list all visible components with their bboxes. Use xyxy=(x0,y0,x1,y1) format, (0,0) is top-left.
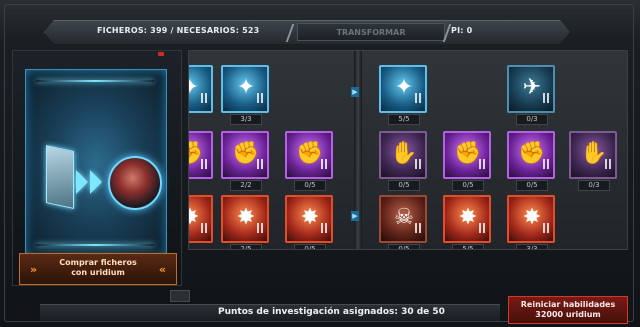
skill-icon: ✋ xyxy=(379,131,427,179)
status-led xyxy=(158,52,164,56)
card-glow xyxy=(36,80,154,82)
pause-icon xyxy=(201,159,207,169)
skill-icon: ✊ xyxy=(507,131,555,179)
skill-tree: ▶ ▶ ✦✦3/3✦5/5✈0/3✊✊2/2✊0/5✋0/5✊0/5✊0/5✋0… xyxy=(188,50,628,250)
pause-icon xyxy=(543,159,549,169)
skill-level: 2/2 xyxy=(230,180,262,191)
skill-icon: ✦ xyxy=(189,65,213,113)
skill-slot-b2[interactable]: ✊ 2/2 xyxy=(221,131,269,191)
skill-slot-b1[interactable]: ✊ xyxy=(189,131,213,179)
skill-icon: ☠ xyxy=(379,195,427,243)
nav-arrow-icon[interactable]: ▶ xyxy=(351,211,359,221)
reset-cost: 32000 uridium xyxy=(535,310,601,319)
pause-icon xyxy=(321,159,327,169)
skill-level: 5/5 xyxy=(452,244,484,249)
scroll-handle[interactable] xyxy=(170,290,190,302)
skill-icon: ✸ xyxy=(189,195,213,243)
skill-slot-b4[interactable]: ✋ 0/5 xyxy=(379,131,427,191)
pause-icon xyxy=(479,159,485,169)
skill-level: 3/3 xyxy=(516,244,548,249)
skill-slot-a4[interactable]: ✈ 0/3 xyxy=(507,65,555,125)
top-bar: FICHEROS: 399 / NECESARIOS: 523 TRANSFOR… xyxy=(44,20,570,44)
separator xyxy=(285,24,295,42)
skill-icon: ✸ xyxy=(507,195,555,243)
skill-icon: ✦ xyxy=(379,65,427,113)
skill-slot-c3[interactable]: ✸ 0/5 xyxy=(285,195,333,249)
pause-icon xyxy=(415,223,421,233)
transform-button[interactable]: TRANSFORMAR xyxy=(297,23,445,41)
pause-icon xyxy=(479,223,485,233)
skill-level: 0/5 xyxy=(388,180,420,191)
double-arrow-right-icon: » xyxy=(30,263,38,276)
buy-files-label: Comprar ficheros con uridium xyxy=(59,258,137,277)
buy-files-button[interactable]: » Comprar ficheros con uridium « xyxy=(19,253,177,285)
data-file-icon xyxy=(46,145,74,209)
pause-icon xyxy=(257,223,263,233)
skill-level: 3/3 xyxy=(230,114,262,125)
skill-slot-b6[interactable]: ✊ 0/5 xyxy=(507,131,555,191)
reset-label: Reiniciar habilidades xyxy=(520,300,616,309)
skill-slot-c5[interactable]: ✸ 5/5 xyxy=(443,195,491,249)
skill-icon: ✊ xyxy=(285,131,333,179)
pause-icon xyxy=(543,93,549,103)
skill-level: 0/5 xyxy=(294,180,326,191)
skill-icon: ✊ xyxy=(443,131,491,179)
skill-slot-a1[interactable]: ✦ xyxy=(189,65,213,113)
pause-icon xyxy=(257,93,263,103)
skill-icon: ✸ xyxy=(285,195,333,243)
skill-slot-c4[interactable]: ☠ 0/5 xyxy=(379,195,427,249)
skill-level: 5/5 xyxy=(388,114,420,125)
pause-icon xyxy=(543,223,549,233)
pause-icon xyxy=(605,159,611,169)
skill-icon: ✸ xyxy=(443,195,491,243)
skill-slot-b7[interactable]: ✋ 0/3 xyxy=(569,131,617,191)
skill-level: 0/5 xyxy=(294,244,326,249)
nav-arrow-icon[interactable]: ▶ xyxy=(351,87,359,97)
skill-icon: ✊ xyxy=(221,131,269,179)
pi-counter: PI: 0 xyxy=(451,26,473,35)
skill-slot-a3[interactable]: ✦ 5/5 xyxy=(379,65,427,125)
files-counter: FICHEROS: 399 / NECESARIOS: 523 xyxy=(97,26,260,35)
chevron-right-icon xyxy=(76,170,88,194)
skill-slot-c2[interactable]: ✸ 2/5 xyxy=(221,195,269,249)
skill-level: 0/5 xyxy=(388,244,420,249)
skill-slot-a2[interactable]: ✦ 3/3 xyxy=(221,65,269,125)
skill-slot-b3[interactable]: ✊ 0/5 xyxy=(285,131,333,191)
pause-icon xyxy=(201,223,207,233)
skill-slot-c1[interactable]: ✸ xyxy=(189,195,213,243)
card-glow xyxy=(36,244,154,246)
skill-level: 0/5 xyxy=(516,180,548,191)
skill-slot-c6[interactable]: ✸ 3/3 xyxy=(507,195,555,249)
pause-icon xyxy=(415,93,421,103)
skill-level: 0/5 xyxy=(452,180,484,191)
pause-icon xyxy=(321,223,327,233)
transform-card xyxy=(25,69,167,257)
skill-level: 2/5 xyxy=(230,244,262,249)
reset-skills-button[interactable]: Reiniciar habilidades 32000 uridium xyxy=(508,296,628,324)
alien-head-icon xyxy=(108,156,162,210)
skill-icon: ✸ xyxy=(221,195,269,243)
pause-icon xyxy=(201,93,207,103)
skill-slot-b5[interactable]: ✊ 0/5 xyxy=(443,131,491,191)
skill-icon: ✊ xyxy=(189,131,213,179)
skill-icon: ✈ xyxy=(507,65,555,113)
pause-icon xyxy=(415,159,421,169)
double-arrow-left-icon: « xyxy=(158,263,166,276)
chevron-right-icon xyxy=(90,170,102,194)
transform-panel: » Comprar ficheros con uridium « xyxy=(12,50,182,286)
skill-level: 0/3 xyxy=(578,180,610,191)
research-points-label: Puntos de investigación asignados: 30 de… xyxy=(218,307,445,317)
pause-icon xyxy=(257,159,263,169)
skill-level: 0/3 xyxy=(516,114,548,125)
skill-icon: ✦ xyxy=(221,65,269,113)
skill-icon: ✋ xyxy=(569,131,617,179)
